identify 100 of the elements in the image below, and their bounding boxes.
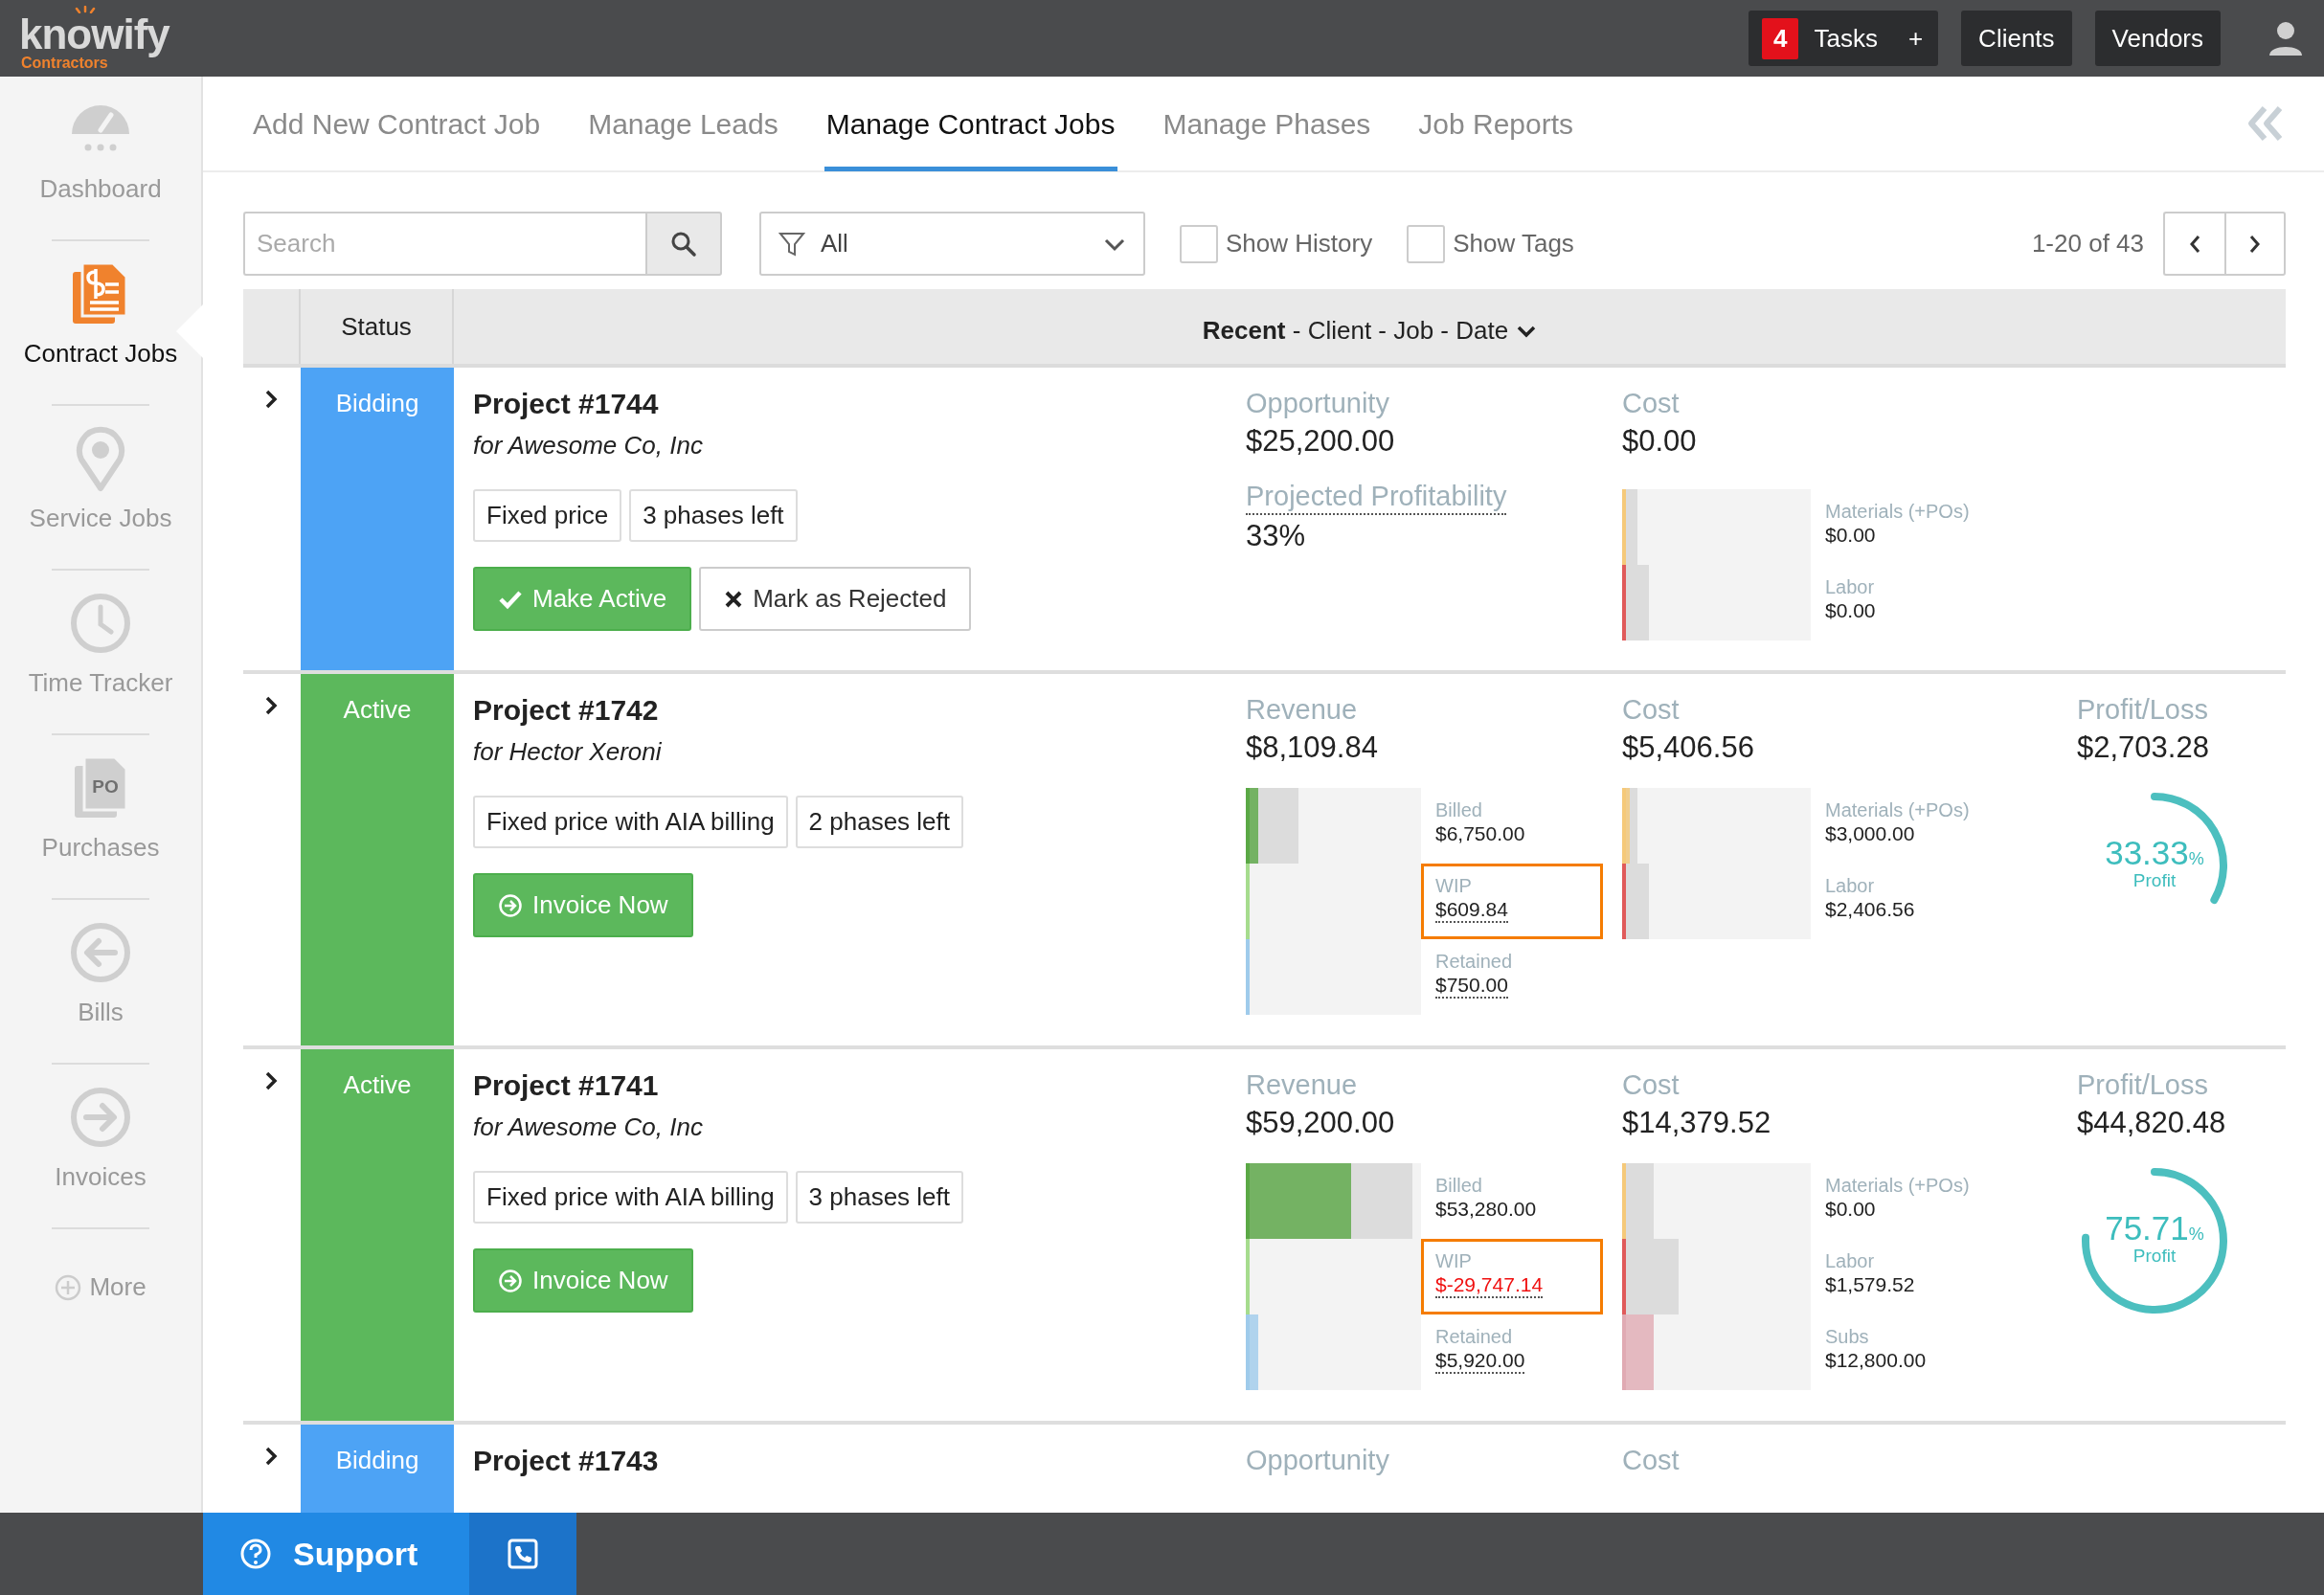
segment-label: Materials (+POs) [1825,1174,1971,1198]
status-cell: Bidding [301,1425,454,1513]
user-icon [2267,19,2305,57]
checkbox[interactable] [1180,224,1218,263]
sidebar-item[interactable]: PO Purchases [0,735,201,898]
checkbox-label[interactable]: Show History [1226,225,1373,262]
nav-button[interactable]: Clients [1961,11,2072,66]
phone-button[interactable] [469,1513,576,1595]
chevron-right-icon [2247,234,2263,256]
profit-caption: Profit [2132,870,2177,890]
segment-amount: $0.00 [1825,1197,1876,1222]
checkbox[interactable] [1407,224,1446,263]
profit-percent: 75.71% [2104,1211,2205,1247]
tag: 2 phases left [795,796,964,848]
phone-icon [508,1539,538,1569]
arrow-circle-icon [498,1268,523,1293]
amount-link[interactable]: $750.00 [1435,973,1508,1000]
segment-label: WIP [1435,874,1473,898]
segment-amount: $12,800.00 [1825,1348,1927,1373]
segment-label: Billed [1435,798,1483,822]
tag: Fixed price with AIA billing [473,1171,788,1224]
metric-value: $0.00 [1622,422,1698,460]
metric-label: Cost [1622,1068,1681,1102]
sidebar-item[interactable]: Contract Jobs [0,241,201,404]
metric-value: $8,109.84 [1246,729,1379,766]
tab[interactable]: Job Reports [1416,76,1576,171]
segment-label: Labor [1825,575,1876,599]
segment-amount: $0.00 [1825,598,1876,623]
tab[interactable]: Manage Phases [1161,76,1373,171]
amount-link[interactable]: $609.84 [1435,897,1508,924]
project-title[interactable]: Project #1744 [473,387,1227,421]
sun-rays-icon [75,6,96,13]
add-task-button[interactable]: + [1907,19,1924,57]
status-cell: Active [301,1049,454,1421]
plus-icon [55,1273,82,1301]
tab[interactable]: Manage Leads [586,76,780,171]
logo-subtitle: Contractors [21,56,108,71]
segment-label: WIP [1435,1249,1473,1273]
task-count-badge: 4 [1762,17,1799,59]
metric-value: $25,200.00 [1246,422,1396,460]
metric-label: Cost [1622,1444,1681,1477]
segment-amount: $3,000.00 [1825,821,1915,846]
nav-button[interactable]: Vendors [2094,11,2221,66]
project-title[interactable]: Project #1742 [473,693,1227,728]
metric-value: $5,406.56 [1622,729,1755,766]
reject-button[interactable]: Mark as Rejected [699,567,972,631]
client-name: for Awesome Co, Inc [473,1112,704,1143]
help-icon [239,1538,272,1570]
metric-label: Revenue [1246,1068,1359,1102]
segment-amount: $6,750.00 [1435,821,1525,846]
metric-value: $14,379.52 [1622,1104,1772,1141]
segment-label: Retained [1435,1325,1514,1349]
metric-label: Profit/Loss [2077,1068,2209,1102]
metric-value: $59,200.00 [1246,1104,1396,1141]
profit-percent: 33.33% [2104,836,2205,871]
funnel-icon [778,230,805,258]
client-name: for Hector Xeroni [473,736,663,768]
metric-label: Opportunity [1246,1444,1390,1477]
metric-label: Cost [1622,693,1681,727]
metric-value: $44,820.48 [2077,1104,2227,1141]
amount-link[interactable]: $5,920.00 [1435,1348,1525,1375]
profit-caption: Profit [2132,1246,2177,1266]
client-name: for Awesome Co, Inc [473,430,704,461]
segment-label: Subs [1825,1325,1870,1349]
tab[interactable]: Manage Contract Jobs [824,76,1117,171]
support-button[interactable]: Support [203,1513,469,1595]
tasks-button[interactable]: 4 Tasks + [1749,11,1939,66]
segment-amount: $0.00 [1825,523,1876,548]
amount-link[interactable]: $-29,747.14 [1435,1272,1544,1299]
page-range: 1-20 of 43 [2031,228,2144,259]
search-button[interactable] [645,212,722,276]
tag: 3 phases left [629,489,798,542]
column-header: Status [341,310,412,343]
tag: 3 phases left [795,1171,964,1224]
segment-amount: $1,579.52 [1825,1272,1915,1297]
search-field[interactable]: Search [243,212,645,276]
segment-label: Materials (+POs) [1825,798,1971,822]
tag: Fixed price with AIA billing [473,796,788,848]
checkbox-label[interactable]: Show Tags [1453,225,1574,262]
tab[interactable]: Add New Contract Job [251,76,543,171]
segment-label: Labor [1825,1249,1876,1273]
segment-label: Labor [1825,874,1876,898]
metric-value: 33% [1246,517,1307,554]
segment-label: Materials (+POs) [1825,500,1971,524]
metric-label: Projected Profitability [1246,480,1507,515]
arrow-circle-icon [498,892,523,918]
status-cell: Active [301,674,454,1045]
metric-value: $2,703.28 [2077,729,2210,766]
metric-label: Profit/Loss [2077,693,2209,727]
chevron-left-icon [2187,234,2202,256]
metric-label: Opportunity [1246,387,1390,420]
segment-amount: $53,280.00 [1435,1197,1537,1222]
segment-amount: $2,406.56 [1825,897,1915,922]
metric-label: Cost [1622,387,1681,420]
filter-dropdown[interactable]: All [759,212,1145,276]
segment-label: Billed [1435,1174,1483,1198]
project-title[interactable]: Project #1743 [473,1444,1227,1478]
sort-options[interactable]: Recent - Client - Job - Date [1202,311,1509,349]
logo: knowify [19,13,169,56]
project-title[interactable]: Project #1741 [473,1068,1227,1103]
